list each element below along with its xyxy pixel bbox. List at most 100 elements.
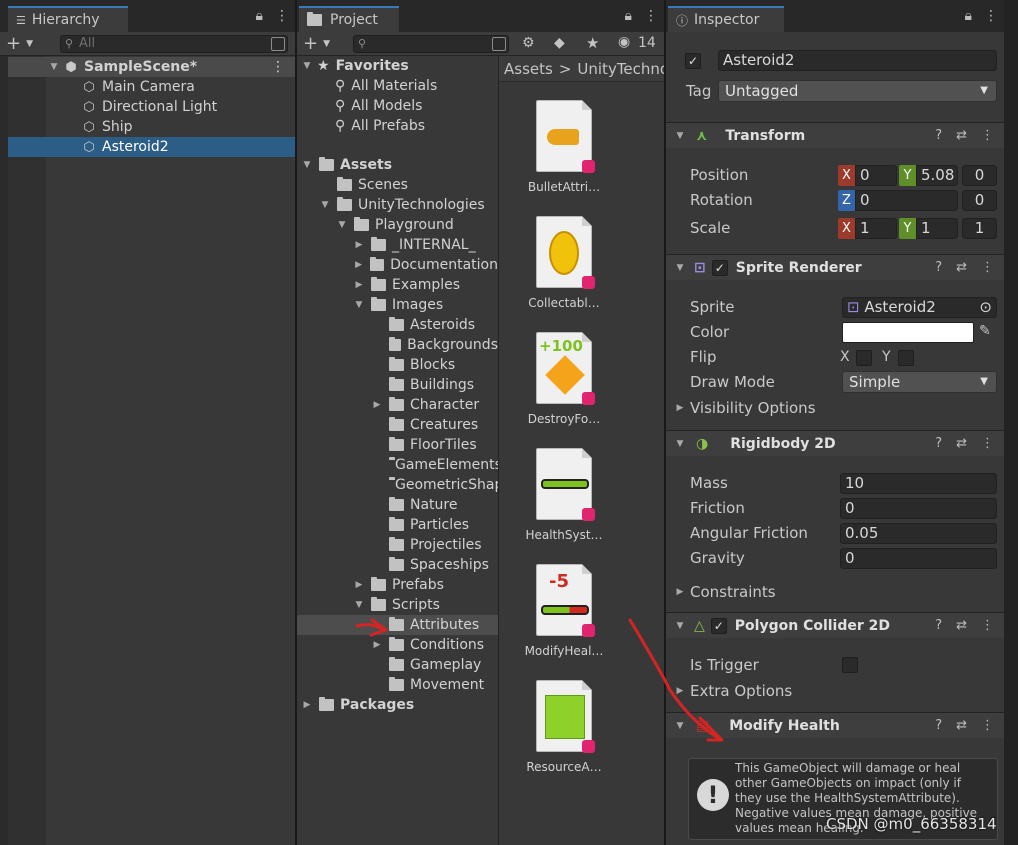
folder-examples[interactable]: ▶ Examples (297, 275, 498, 295)
expand-triangle-icon[interactable]: ▼ (353, 300, 365, 310)
flip-y-checkbox[interactable] (898, 350, 914, 366)
folder-image-sub[interactable]: Asteroids (297, 315, 498, 335)
position-y-field[interactable]: 5.08 (916, 165, 958, 186)
favorites-row[interactable]: ▼ ★ Favorites (297, 56, 498, 76)
folder-image-sub[interactable]: GameElements (297, 455, 498, 475)
expand-triangle-icon[interactable]: ▶ (371, 400, 383, 410)
expand-triangle-icon[interactable]: ▼ (301, 160, 313, 170)
axis-y-label[interactable]: Y (899, 165, 916, 186)
expand-triangle-icon[interactable]: ▼ (48, 62, 60, 72)
lock-icon[interactable]: 🔒︎ (965, 8, 972, 24)
folder-image-sub[interactable]: Buildings (297, 375, 498, 395)
breadcrumb-item[interactable]: Assets (504, 60, 553, 78)
active-checkbox[interactable]: ✓ (685, 53, 701, 69)
scale-y-field[interactable]: 1 (916, 218, 958, 239)
favorite-star-icon[interactable]: ★ (586, 34, 599, 52)
expand-triangle-icon[interactable]: ▶ (301, 700, 313, 710)
position-x-field[interactable]: 0 (855, 165, 897, 186)
tab-inspector[interactable]: ⓘ Inspector (668, 6, 784, 32)
folder-scenes[interactable]: Scenes (297, 175, 498, 195)
axis-x-label[interactable]: X (838, 165, 855, 186)
folder-assets[interactable]: ▼ Assets (297, 155, 498, 175)
favorite-item[interactable]: ⚲ All Prefabs (297, 116, 498, 136)
folder-image-sub[interactable]: Particles (297, 515, 498, 535)
rigidbody-header[interactable]: ▼ ◑ Rigidbody 2D ? ⇄ ⋮ (666, 430, 1004, 456)
angular-friction-field[interactable]: 0.05 (840, 523, 997, 544)
axis-x-label[interactable]: X (838, 218, 855, 239)
help-icon[interactable]: ? (935, 128, 942, 143)
hierarchy-search-input[interactable]: ⚲ All (60, 35, 288, 53)
folder-image-sub[interactable]: Projectiles (297, 535, 498, 555)
enabled-checkbox[interactable]: ✓ (710, 617, 727, 634)
kebab-menu-icon[interactable]: ⋮ (981, 128, 994, 143)
expand-triangle-icon[interactable]: ▶ (674, 686, 686, 696)
folder-image-sub[interactable]: Backgrounds (297, 335, 498, 355)
kebab-menu-icon[interactable]: ⋮ (981, 718, 994, 733)
search-filter-icon[interactable] (271, 37, 285, 51)
hierarchy-item[interactable]: ⬡ Directional Light (8, 97, 295, 117)
folder-image-sub[interactable]: GeometricShapes (297, 475, 498, 495)
color-swatch[interactable] (842, 322, 974, 343)
help-icon[interactable]: ? (935, 618, 942, 633)
expand-triangle-icon[interactable]: ▼ (319, 200, 331, 210)
sprite-field[interactable]: ⊡ Asteroid2 ⊙ (842, 297, 997, 318)
asset-item[interactable]: Collectabl… (514, 216, 614, 310)
help-icon[interactable]: ? (935, 436, 942, 451)
asset-item[interactable]: BulletAttri… (514, 100, 614, 194)
help-icon[interactable]: ? (935, 718, 942, 733)
expand-triangle-icon[interactable]: ▶ (674, 403, 686, 413)
folder-image-sub[interactable]: Spaceships (297, 555, 498, 575)
expand-triangle-icon[interactable]: ▼ (674, 131, 686, 141)
hierarchy-item[interactable]: ⬡ Ship (8, 117, 295, 137)
expand-triangle-icon[interactable]: ▶ (353, 240, 365, 250)
folder-images[interactable]: ▼ Images (297, 295, 498, 315)
folder-image-sub[interactable]: Nature (297, 495, 498, 515)
tab-hierarchy[interactable]: ☰ Hierarchy (8, 6, 128, 32)
create-button[interactable]: + ▼ (303, 34, 330, 54)
modify-health-header[interactable]: ▼ ▤ Modify Health ? ⇄ ⋮ (666, 712, 1004, 738)
enabled-checkbox[interactable]: ✓ (711, 259, 728, 276)
axis-z-label[interactable]: Z (838, 190, 855, 211)
kebab-menu-icon[interactable]: ⋮ (981, 436, 994, 451)
expand-triangle-icon[interactable]: ▼ (674, 721, 686, 731)
asset-item[interactable]: +100 DestroyFo… (514, 332, 614, 426)
expand-triangle-icon[interactable]: ▼ (674, 439, 686, 449)
expand-triangle-icon[interactable]: ▶ (371, 640, 383, 650)
object-picker-icon[interactable]: ⊙ (979, 298, 992, 317)
scale-z-field[interactable]: 1 (962, 218, 997, 239)
project-search-input[interactable]: ⚲ (353, 35, 509, 53)
asset-item[interactable]: HealthSyst… (514, 448, 614, 542)
scene-menu-icon[interactable]: ⋮ (271, 59, 285, 75)
asset-item[interactable]: ResourceA… (514, 680, 614, 774)
expand-triangle-icon[interactable]: ▶ (674, 587, 686, 597)
lock-icon[interactable]: 🔒︎ (256, 8, 263, 24)
folder-playground[interactable]: ▼ Playground (297, 215, 498, 235)
eyedropper-icon[interactable]: ✎ (979, 323, 991, 339)
rotation-extra-field[interactable]: 0 (962, 190, 997, 211)
transform-header[interactable]: ▼ ⋏ Transform ? ⇄ ⋮ (666, 122, 1004, 148)
folder-script-sub[interactable]: Gameplay (297, 655, 498, 675)
help-icon[interactable]: ? (935, 260, 942, 275)
kebab-menu-icon[interactable]: ⋮ (981, 618, 994, 633)
expand-triangle-icon[interactable]: ▶ (353, 280, 365, 290)
position-z-field[interactable]: 0 (962, 165, 997, 186)
presets-icon[interactable]: ⇄ (956, 436, 967, 451)
flip-x-checkbox[interactable] (856, 350, 872, 366)
expand-triangle-icon[interactable]: ▼ (674, 621, 686, 631)
hierarchy-item[interactable]: ⬡ Main Camera (8, 77, 295, 97)
presets-icon[interactable]: ⇄ (956, 718, 967, 733)
breadcrumb-item[interactable]: UnityTechnologies (577, 60, 664, 78)
kebab-menu-icon[interactable]: ⋮ (275, 8, 289, 24)
folder-unity-tech[interactable]: ▼ UnityTechnologies (297, 195, 498, 215)
expand-triangle-icon[interactable]: ▼ (353, 600, 365, 610)
rotation-z-field[interactable]: 0 (855, 190, 958, 211)
expand-triangle-icon[interactable]: ▶ (353, 580, 365, 590)
folder-attributes-selected[interactable]: Attributes (297, 615, 498, 635)
tab-project[interactable]: Project (299, 6, 399, 32)
is-trigger-checkbox[interactable] (842, 657, 858, 673)
filter-by-label-icon[interactable]: ◆ (554, 35, 565, 51)
scene-row[interactable]: ▼ ⬢ SampleScene* ⋮ (8, 57, 295, 77)
folder-packages[interactable]: ▶ Packages (297, 695, 498, 715)
search-filter-icon[interactable] (492, 37, 506, 51)
expand-triangle-icon[interactable]: ▼ (674, 263, 686, 273)
